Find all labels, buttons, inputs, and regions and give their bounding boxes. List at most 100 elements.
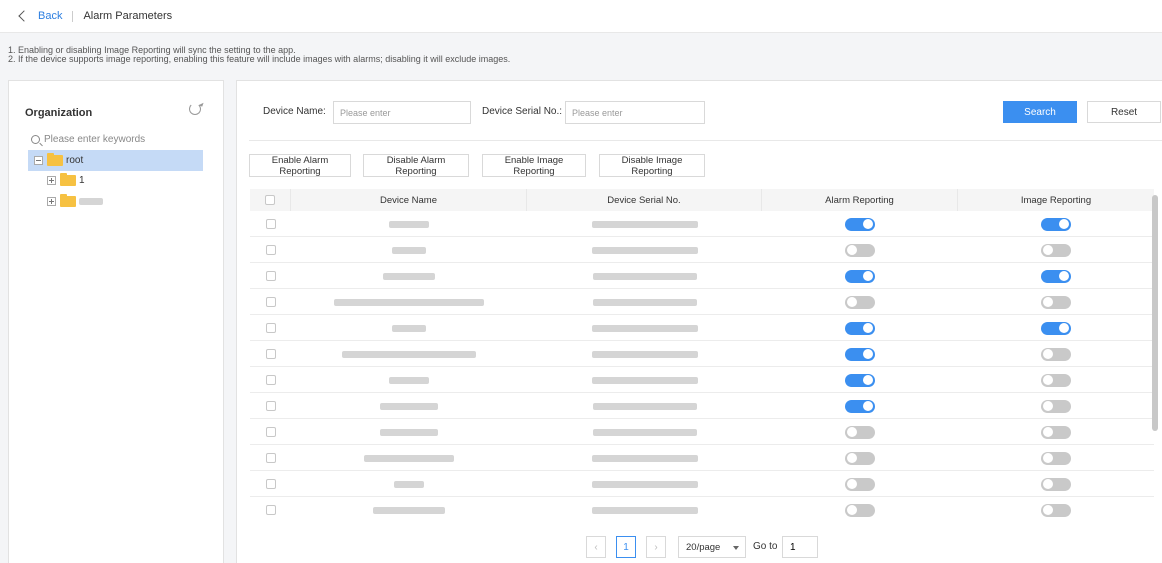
row-checkbox[interactable] <box>265 375 276 385</box>
alarm-reporting-cell <box>762 419 958 445</box>
expand-icon[interactable] <box>47 197 56 206</box>
table-row[interactable] <box>250 341 1154 367</box>
blurred-device-name <box>392 324 426 332</box>
toggle-knob <box>847 245 857 255</box>
image-reporting-toggle[interactable] <box>1041 269 1071 283</box>
image-reporting-toggle[interactable] <box>1041 243 1071 257</box>
toggle-knob <box>1043 479 1053 489</box>
row-checkbox[interactable] <box>265 479 276 489</box>
image-reporting-toggle[interactable] <box>1041 217 1071 231</box>
row-select-cell <box>250 497 291 522</box>
alarm-reporting-cell <box>762 211 958 237</box>
page-size-select[interactable]: 20/page <box>678 536 746 558</box>
enable-alarm-reporting-button[interactable]: Enable Alarm Reporting <box>249 154 351 177</box>
device-name-input[interactable] <box>333 101 471 124</box>
device-name-cell <box>291 237 527 263</box>
next-page-button[interactable]: › <box>646 536 666 558</box>
tree-node-2[interactable] <box>47 194 103 207</box>
toggle-knob <box>847 479 857 489</box>
expand-icon[interactable] <box>47 176 56 185</box>
blurred-serial-number <box>592 402 697 410</box>
enable-image-reporting-button[interactable]: Enable Image Reporting <box>482 154 586 177</box>
image-reporting-cell <box>958 289 1154 315</box>
toggle-knob <box>847 427 857 437</box>
row-checkbox[interactable] <box>265 453 276 463</box>
alarm-reporting-toggle[interactable] <box>845 243 875 257</box>
alarm-reporting-toggle[interactable] <box>845 321 875 335</box>
image-reporting-toggle[interactable] <box>1041 373 1071 387</box>
image-reporting-toggle[interactable] <box>1041 295 1071 309</box>
blurred-serial-number <box>592 272 697 280</box>
blurred-device-name <box>389 376 429 384</box>
keyword-search[interactable]: Please enter keywords <box>31 134 145 145</box>
tree-node-1[interactable]: 1 <box>47 173 85 186</box>
row-checkbox[interactable] <box>265 427 276 437</box>
alarm-reporting-toggle[interactable] <box>845 451 875 465</box>
table-row[interactable] <box>250 445 1154 471</box>
alarm-reporting-toggle[interactable] <box>845 373 875 387</box>
row-checkbox[interactable] <box>265 349 276 359</box>
table-row[interactable] <box>250 497 1154 522</box>
row-checkbox[interactable] <box>265 297 276 307</box>
collapse-icon[interactable] <box>34 156 43 165</box>
table-row[interactable] <box>250 419 1154 445</box>
search-button[interactable]: Search <box>1003 101 1077 123</box>
row-select-cell <box>250 419 291 445</box>
alarm-reporting-toggle[interactable] <box>845 269 875 283</box>
device-name-cell <box>291 419 527 445</box>
disable-alarm-reporting-button[interactable]: Disable Alarm Reporting <box>363 154 469 177</box>
alarm-reporting-toggle[interactable] <box>845 477 875 491</box>
folder-icon <box>60 173 76 186</box>
image-reporting-toggle[interactable] <box>1041 451 1071 465</box>
goto-page-input[interactable] <box>782 536 818 558</box>
table-row[interactable] <box>250 263 1154 289</box>
image-reporting-toggle[interactable] <box>1041 347 1071 361</box>
reset-button[interactable]: Reset <box>1087 101 1161 123</box>
blurred-serial-number <box>592 428 697 436</box>
row-checkbox[interactable] <box>265 271 276 281</box>
alarm-reporting-toggle[interactable] <box>845 347 875 361</box>
alarm-reporting-toggle[interactable] <box>845 295 875 309</box>
table-row[interactable] <box>250 367 1154 393</box>
chevron-left-icon[interactable] <box>18 10 30 22</box>
disable-image-reporting-button[interactable]: Disable Image Reporting <box>599 154 705 177</box>
row-checkbox[interactable] <box>265 219 276 229</box>
tree-node-root[interactable]: root <box>28 150 203 171</box>
table-row[interactable] <box>250 471 1154 497</box>
column-image-reporting: Image Reporting <box>1020 194 1092 206</box>
toggle-knob <box>847 297 857 307</box>
row-checkbox[interactable] <box>265 505 276 515</box>
alarm-reporting-toggle[interactable] <box>845 217 875 231</box>
blurred-serial-number <box>591 376 698 384</box>
image-reporting-toggle[interactable] <box>1041 399 1071 413</box>
device-table: Device Name Device Serial No. Alarm Repo… <box>250 189 1154 522</box>
alarm-reporting-toggle[interactable] <box>845 399 875 413</box>
toggle-knob <box>1059 219 1069 229</box>
table-row[interactable] <box>250 315 1154 341</box>
back-link[interactable]: Back <box>38 10 62 22</box>
blurred-device-name <box>389 220 429 228</box>
table-scrollbar[interactable] <box>1152 195 1158 431</box>
page-button-1[interactable]: 1 <box>616 536 636 558</box>
toggle-knob <box>1043 505 1053 515</box>
image-reporting-toggle[interactable] <box>1041 321 1071 335</box>
table-row[interactable] <box>250 211 1154 237</box>
refresh-icon[interactable] <box>189 103 201 115</box>
serial-cell <box>527 419 762 445</box>
prev-page-button[interactable]: ‹ <box>586 536 606 558</box>
row-checkbox[interactable] <box>265 323 276 333</box>
image-reporting-toggle[interactable] <box>1041 503 1071 517</box>
row-checkbox[interactable] <box>265 245 276 255</box>
serial-input[interactable] <box>565 101 705 124</box>
table-row[interactable] <box>250 289 1154 315</box>
table-row[interactable] <box>250 237 1154 263</box>
alarm-reporting-toggle[interactable] <box>845 425 875 439</box>
image-reporting-toggle[interactable] <box>1041 477 1071 491</box>
table-row[interactable] <box>250 393 1154 419</box>
row-checkbox[interactable] <box>265 401 276 411</box>
image-reporting-toggle[interactable] <box>1041 425 1071 439</box>
blurred-serial-number <box>592 298 697 306</box>
select-all-checkbox[interactable] <box>265 195 275 205</box>
page-size-value: 20/page <box>686 541 721 553</box>
alarm-reporting-toggle[interactable] <box>845 503 875 517</box>
